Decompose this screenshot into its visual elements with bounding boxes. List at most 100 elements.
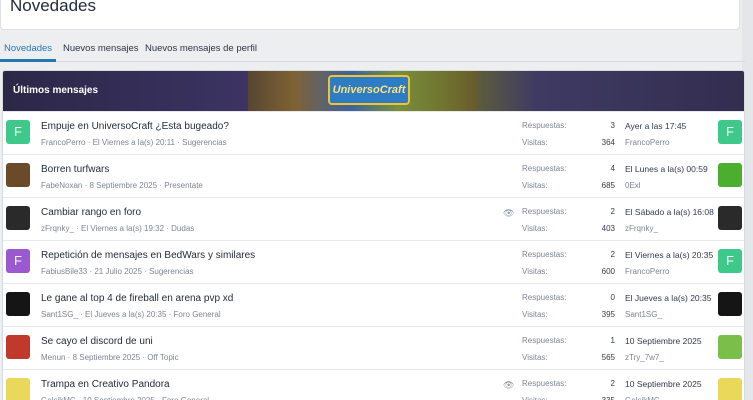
views-count: 395 xyxy=(601,310,615,319)
last-poster-avatar[interactable]: F xyxy=(718,120,742,144)
thread-forum[interactable]: Foro General xyxy=(162,396,209,400)
page-title: Novedades xyxy=(10,0,97,15)
author-avatar[interactable]: F xyxy=(6,120,30,144)
last-poster-avatar[interactable] xyxy=(718,292,742,316)
thread-date[interactable]: 21 Julio 2025 xyxy=(94,267,142,276)
replies-label: Respuestas: xyxy=(522,164,567,173)
tab-nuevos-mensajes-perfil[interactable]: Nuevos mensajes de perfil xyxy=(145,43,257,54)
thread-author[interactable]: FrancoPerro xyxy=(41,138,85,147)
last-post-date[interactable]: El Sábado a la(s) 16:08 xyxy=(625,207,714,217)
thread-title[interactable]: Se cayo el discord de uni xyxy=(41,336,153,347)
thread-row[interactable]: Trampa en Creativo Pandora GelsikMC · 10 … xyxy=(3,369,744,400)
thread-row[interactable]: F Empuje en UniversoCraft ¿Esta bugeado? F… xyxy=(3,111,744,154)
views-label: Visitas: xyxy=(522,353,548,362)
last-poster-avatar[interactable] xyxy=(718,378,742,400)
thread-title[interactable]: Empuje en UniversoCraft ¿Esta bugeado? xyxy=(41,121,229,132)
views-label: Visitas: xyxy=(522,224,548,233)
thread-date[interactable]: 8 Septiembre 2025 xyxy=(73,353,141,362)
thread-author[interactable]: Menun xyxy=(41,353,65,362)
last-post-user[interactable]: zFrqnky_ xyxy=(625,224,658,233)
tab-nuevos-mensajes[interactable]: Nuevos mensajes xyxy=(63,43,139,54)
thread-date[interactable]: 10 Septiembre 2025 xyxy=(83,396,155,400)
last-poster-avatar[interactable] xyxy=(718,206,742,230)
views-label: Visitas: xyxy=(522,181,548,190)
last-post-user[interactable]: 0Exl xyxy=(625,181,641,190)
replies-count: 0 xyxy=(610,293,615,302)
views-label: Visitas: xyxy=(522,138,548,147)
eye-icon: 👁 xyxy=(503,380,515,390)
replies-label: Respuestas: xyxy=(522,336,567,345)
views-count: 364 xyxy=(601,138,615,147)
last-post-user[interactable]: Sant1SG_ xyxy=(625,310,662,319)
views-count: 600 xyxy=(601,267,615,276)
thread-meta: FabiusBile33 · 21 Julio 2025 · Sugerenci… xyxy=(41,267,194,276)
thread-forum[interactable]: Foro General xyxy=(174,310,221,319)
replies-count: 2 xyxy=(610,207,615,216)
last-post-date[interactable]: El Lunes a la(s) 00:59 xyxy=(625,164,708,174)
thread-author[interactable]: zFrqnky_ xyxy=(41,224,74,233)
replies-label: Respuestas: xyxy=(522,379,567,388)
last-post-user[interactable]: zTry_7w7_ xyxy=(625,353,664,362)
thread-row[interactable]: Se cayo el discord de uni Menun · 8 Septi… xyxy=(3,326,744,369)
thread-author[interactable]: FabeNoxan xyxy=(41,181,82,190)
thread-row[interactable]: F Repetición de mensajes en BedWars y sim… xyxy=(3,240,744,283)
thread-title[interactable]: Trampa en Creativo Pandora xyxy=(41,379,170,390)
thread-forum[interactable]: Off Topic xyxy=(147,353,178,362)
author-avatar[interactable] xyxy=(6,292,30,316)
views-count: 565 xyxy=(601,353,615,362)
author-avatar[interactable] xyxy=(6,163,30,187)
thread-date[interactable]: 8 Septiembre 2025 xyxy=(89,181,157,190)
author-avatar[interactable] xyxy=(6,206,30,230)
author-avatar[interactable]: F xyxy=(6,249,30,273)
thread-author[interactable]: Sant1SG_ xyxy=(41,310,78,319)
views-count: 685 xyxy=(601,181,615,190)
thread-date[interactable]: El Viernes a la(s) 19:32 xyxy=(81,224,164,233)
thread-title[interactable]: Repetición de mensajes en BedWars y simi… xyxy=(41,250,255,261)
last-post-date[interactable]: Ayer a las 17:45 xyxy=(625,121,686,131)
section-banner: UniversoCraft Últimos mensajes xyxy=(3,71,744,111)
author-avatar[interactable] xyxy=(6,335,30,359)
thread-row[interactable]: Cambiar rango en foro zFrqnky_ · El Viern… xyxy=(3,197,744,240)
thread-author[interactable]: GelsikMC xyxy=(41,396,76,400)
section-title[interactable]: Últimos mensajes xyxy=(13,85,98,96)
last-post-user[interactable]: FrancoPerro xyxy=(625,138,669,147)
replies-count: 1 xyxy=(610,336,615,345)
thread-date[interactable]: El Viernes a la(s) 20:11 xyxy=(93,138,175,147)
page-header: Novedades xyxy=(0,0,740,30)
replies-count: 4 xyxy=(610,164,615,173)
thread-forum[interactable]: Dudas xyxy=(171,224,194,233)
last-post-date[interactable]: El Viernes a la(s) 20:35 xyxy=(625,250,713,260)
tab-novedades[interactable]: Novedades xyxy=(4,43,52,54)
thread-forum[interactable]: Presentate xyxy=(164,181,203,190)
last-post-date[interactable]: El Jueves a la(s) 20:35 xyxy=(625,293,711,303)
last-poster-avatar[interactable]: F xyxy=(718,249,742,273)
thread-row[interactable]: Le gane al top 4 de fireball en arena pv… xyxy=(3,283,744,326)
thread-title[interactable]: Le gane al top 4 de fireball en arena pv… xyxy=(41,293,233,304)
replies-count: 2 xyxy=(610,250,615,259)
thread-row[interactable]: Borren turfwars FabeNoxan · 8 Septiembre … xyxy=(3,154,744,197)
last-post-date[interactable]: 10 Septiembre 2025 xyxy=(625,336,702,346)
last-post-user[interactable]: GelsikMC xyxy=(625,396,660,400)
last-post-user[interactable]: FrancoPerro xyxy=(625,267,669,276)
views-count: 335 xyxy=(563,396,615,400)
views-count: 403 xyxy=(601,224,615,233)
thread-title[interactable]: Cambiar rango en foro xyxy=(41,207,141,218)
replies-label: Respuestas: xyxy=(522,293,567,302)
thread-author[interactable]: FabiusBile33 xyxy=(41,267,87,276)
thread-meta: Menun · 8 Septiembre 2025 · Off Topic xyxy=(41,353,179,362)
replies-count: 2 xyxy=(610,379,615,388)
last-poster-avatar[interactable] xyxy=(718,335,742,359)
thread-forum[interactable]: Sugerencias xyxy=(149,267,193,276)
replies-label: Respuestas: xyxy=(522,250,567,259)
thread-title[interactable]: Borren turfwars xyxy=(41,164,109,175)
author-avatar[interactable] xyxy=(6,378,30,400)
eye-icon: 👁 xyxy=(503,208,515,218)
tab-bar: Novedades Nuevos mensajes Nuevos mensaje… xyxy=(0,40,745,62)
last-post-date[interactable]: 10 Septiembre 2025 xyxy=(625,379,702,389)
replies-count: 3 xyxy=(610,121,615,130)
thread-meta: Sant1SG_ · El Jueves a la(s) 20:35 · For… xyxy=(41,310,221,319)
replies-label: Respuestas: xyxy=(522,121,567,130)
thread-forum[interactable]: Sugerencias xyxy=(182,138,226,147)
thread-date[interactable]: El Jueves a la(s) 20:35 xyxy=(85,310,166,319)
last-poster-avatar[interactable] xyxy=(718,163,742,187)
